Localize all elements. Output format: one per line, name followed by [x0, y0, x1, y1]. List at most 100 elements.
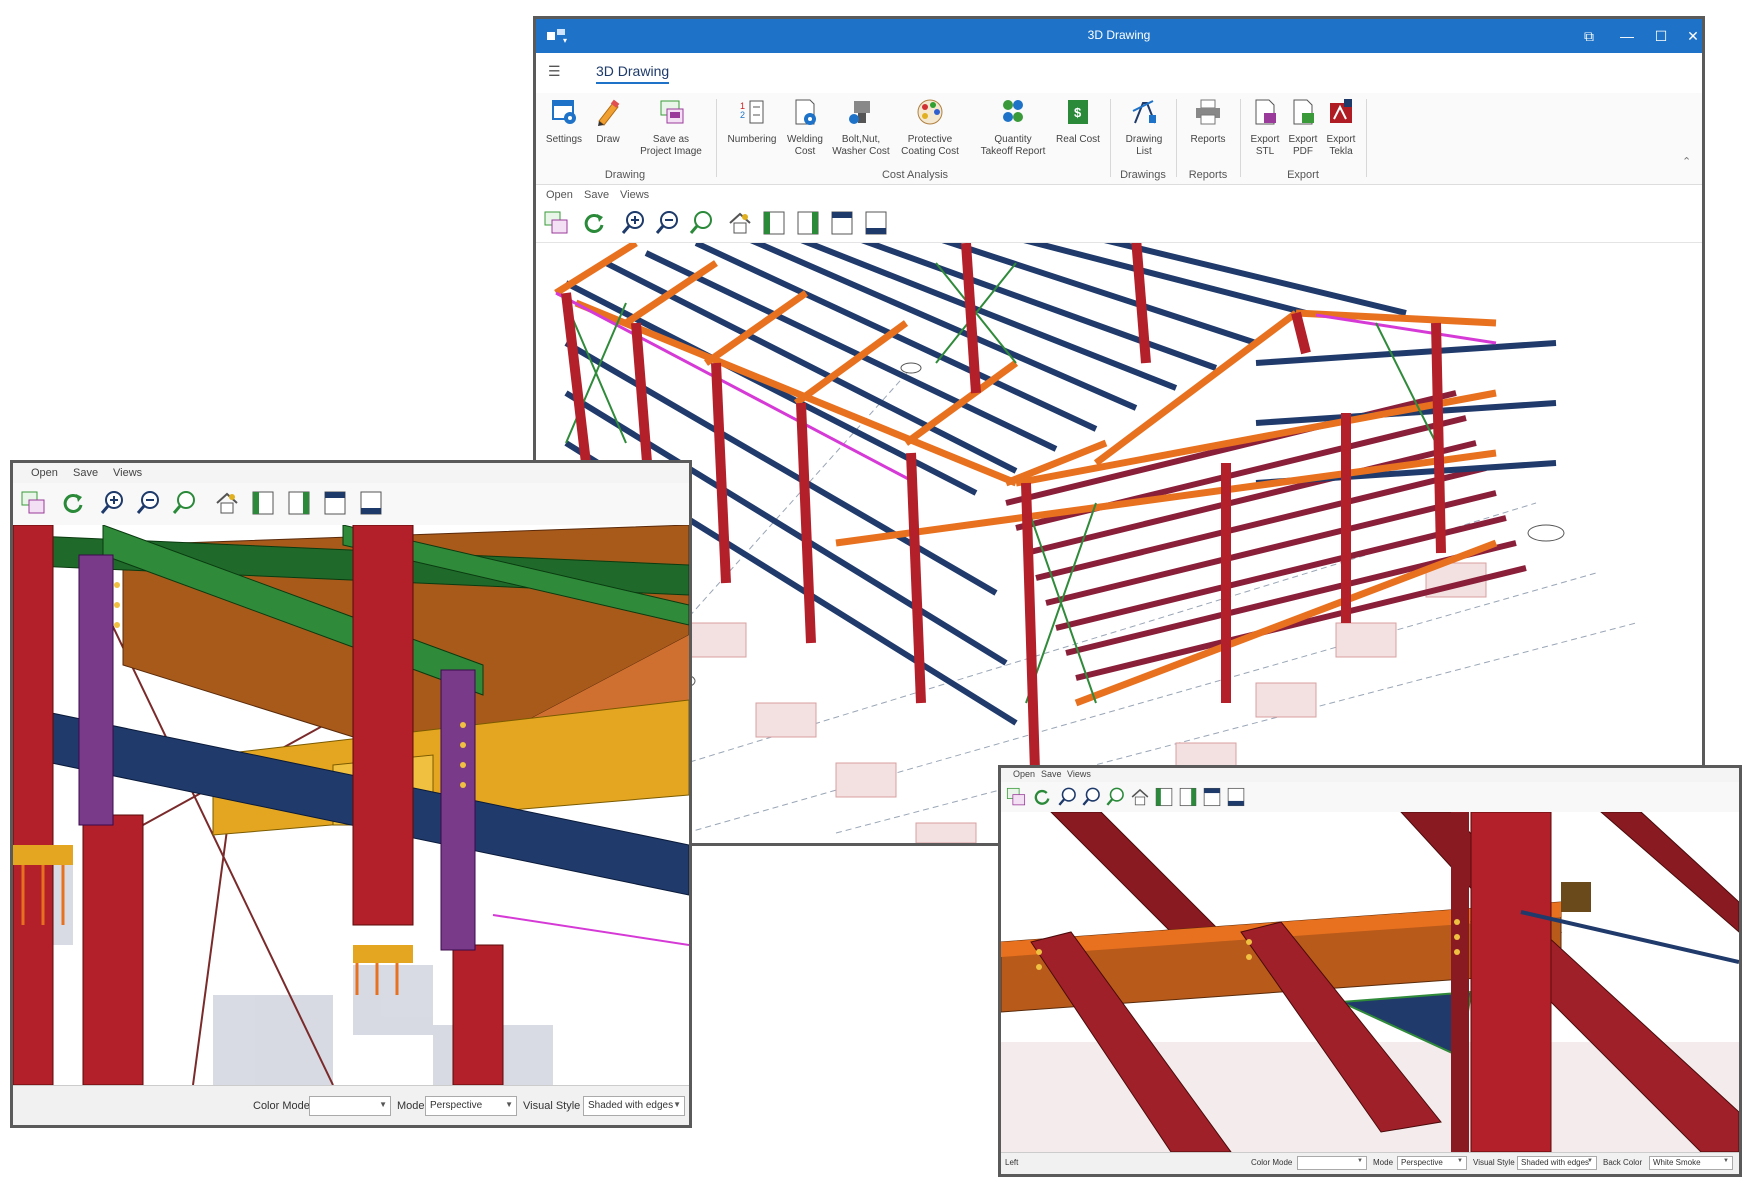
menu-save[interactable]: Save	[1041, 769, 1062, 779]
detail-viewport[interactable]	[13, 525, 689, 1085]
refresh-icon[interactable]	[1031, 786, 1053, 808]
close-button[interactable]: ✕	[1682, 25, 1704, 47]
viewer-menu: Open Save Views	[1001, 768, 1739, 782]
menu-open[interactable]: Open	[31, 467, 58, 479]
ribbon-separator	[1176, 99, 1177, 177]
visual-style-select[interactable]: Shaded with edges ▼	[583, 1096, 685, 1116]
view-right-icon[interactable]	[1177, 786, 1199, 808]
view-top-icon[interactable]	[828, 209, 856, 237]
minimize-button[interactable]: —	[1616, 25, 1638, 47]
home-view-icon[interactable]	[1129, 786, 1151, 808]
numbering-icon: 12	[740, 100, 764, 124]
export-stl-button[interactable]: Export STL	[1246, 97, 1284, 158]
welding-cost-icon	[795, 99, 816, 125]
pencil-icon	[598, 99, 620, 126]
menu-views[interactable]: Views	[113, 467, 142, 479]
zoom-out-icon[interactable]	[135, 489, 163, 517]
view-bottom-icon[interactable]	[862, 209, 890, 237]
color-mode-select[interactable]: ▼	[309, 1096, 391, 1116]
tab-3d-drawing[interactable]: 3D Drawing	[596, 63, 670, 84]
maximize-button[interactable]: ☐	[1650, 25, 1672, 47]
color-mode-label: Color Mode	[1251, 1158, 1293, 1167]
group-label-drawings: Drawings	[1120, 169, 1166, 181]
menu-open[interactable]: Open	[546, 189, 573, 201]
zoom-fit-icon[interactable]	[1105, 786, 1127, 808]
quantity-takeoff-report-button[interactable]: Quantity Takeoff Report	[974, 97, 1052, 158]
chevron-down-icon: ▼	[1457, 1158, 1463, 1164]
view-bottom-icon[interactable]	[357, 489, 385, 517]
view-bottom-icon[interactable]	[1225, 786, 1247, 808]
home-view-icon[interactable]	[726, 209, 754, 237]
zoom-out-icon[interactable]	[654, 209, 682, 237]
chevron-down-icon: ▼	[379, 1100, 387, 1109]
save-image-icon[interactable]	[542, 209, 570, 237]
save-image-icon[interactable]	[1005, 786, 1027, 808]
view-left-icon[interactable]	[760, 209, 788, 237]
chevron-down-icon: ▼	[673, 1100, 681, 1109]
save-as-project-image-button[interactable]: Save as Project Image	[632, 97, 710, 158]
detail-window-left: Open Save Views Color Mode ▼ Mode Perspe…	[10, 460, 692, 1128]
save-image-icon	[660, 100, 684, 124]
bolt-nut-washer-cost-button[interactable]: Bolt,Nut, Washer Cost	[828, 97, 894, 158]
menu-views[interactable]: Views	[1067, 769, 1091, 779]
home-view-icon[interactable]	[213, 489, 241, 517]
zoom-in-icon[interactable]	[99, 489, 127, 517]
numbering-button[interactable]: 12 Numbering	[722, 97, 782, 146]
mode-label: Mode	[1373, 1158, 1394, 1167]
settings-icon	[552, 100, 576, 124]
refresh-icon[interactable]	[59, 489, 87, 517]
ribbon: Settings Draw Save as Project Image Draw…	[536, 93, 1702, 185]
collapse-ribbon-icon[interactable]: ⌃	[1682, 155, 1691, 168]
color-mode-select[interactable]: ▼	[1297, 1156, 1367, 1170]
detail-viewport[interactable]	[1001, 812, 1739, 1152]
menu-views[interactable]: Views	[620, 189, 649, 201]
view-top-icon[interactable]	[321, 489, 349, 517]
view-right-icon[interactable]	[794, 209, 822, 237]
view-top-icon[interactable]	[1201, 786, 1223, 808]
chevron-down-icon: ▼	[1723, 1158, 1729, 1164]
zoom-in-icon[interactable]	[620, 209, 648, 237]
export-tekla-button[interactable]: Export Tekla	[1322, 97, 1360, 158]
group-label-cost-analysis: Cost Analysis	[881, 169, 949, 181]
group-label-drawing: Drawing	[604, 169, 646, 181]
draw-button[interactable]: Draw	[588, 97, 628, 146]
status-left-text: Left	[1005, 1158, 1019, 1167]
protective-coating-cost-button[interactable]: Protective Coating Cost	[894, 97, 966, 158]
reports-button[interactable]: Reports	[1182, 97, 1234, 146]
ribbon-separator	[1366, 99, 1367, 177]
3d-model-viewport[interactable]	[536, 243, 1702, 843]
visual-style-label: Visual Style	[1473, 1158, 1515, 1167]
export-pdf-button[interactable]: Export PDF	[1284, 97, 1322, 158]
zoom-in-icon[interactable]	[1057, 786, 1079, 808]
group-label-export: Export	[1287, 169, 1319, 181]
menu-open[interactable]: Open	[1013, 769, 1035, 779]
welding-cost-button[interactable]: Welding Cost	[782, 97, 828, 158]
zoom-out-icon[interactable]	[1081, 786, 1103, 808]
back-color-select[interactable]: White Smoke ▼	[1649, 1156, 1733, 1170]
window-title: 3D Drawing	[1087, 28, 1151, 42]
menu-save[interactable]: Save	[73, 467, 98, 479]
mode-select[interactable]: Perspective ▼	[1397, 1156, 1467, 1170]
zoom-fit-icon[interactable]	[688, 209, 716, 237]
drawing-list-button[interactable]: Drawing List	[1116, 97, 1172, 158]
real-cost-button[interactable]: $ Real Cost	[1052, 97, 1104, 146]
app-menu-icon[interactable]: ☰	[548, 63, 561, 80]
status-bar: Left Color Mode ▼ Mode Perspective ▼ Visu…	[1001, 1152, 1739, 1174]
view-left-icon[interactable]	[1153, 786, 1175, 808]
coating-palette-icon	[917, 99, 943, 125]
restore-layout-icon[interactable]: ⧉	[1578, 25, 1600, 47]
visual-style-select[interactable]: Shaded with edges ▼	[1517, 1156, 1597, 1170]
view-left-icon[interactable]	[249, 489, 277, 517]
menu-save[interactable]: Save	[584, 189, 609, 201]
mode-label: Mode	[397, 1100, 425, 1112]
mode-select[interactable]: Perspective ▼	[425, 1096, 517, 1116]
viewer-toolbar	[13, 483, 689, 525]
refresh-icon[interactable]	[580, 209, 608, 237]
chevron-down-icon: ▼	[1357, 1158, 1363, 1164]
view-right-icon[interactable]	[285, 489, 313, 517]
group-label-reports: Reports	[1188, 169, 1228, 181]
zoom-fit-icon[interactable]	[171, 489, 199, 517]
settings-button[interactable]: Settings	[542, 97, 586, 146]
save-image-icon[interactable]	[19, 489, 47, 517]
viewer-toolbar	[1001, 782, 1739, 812]
